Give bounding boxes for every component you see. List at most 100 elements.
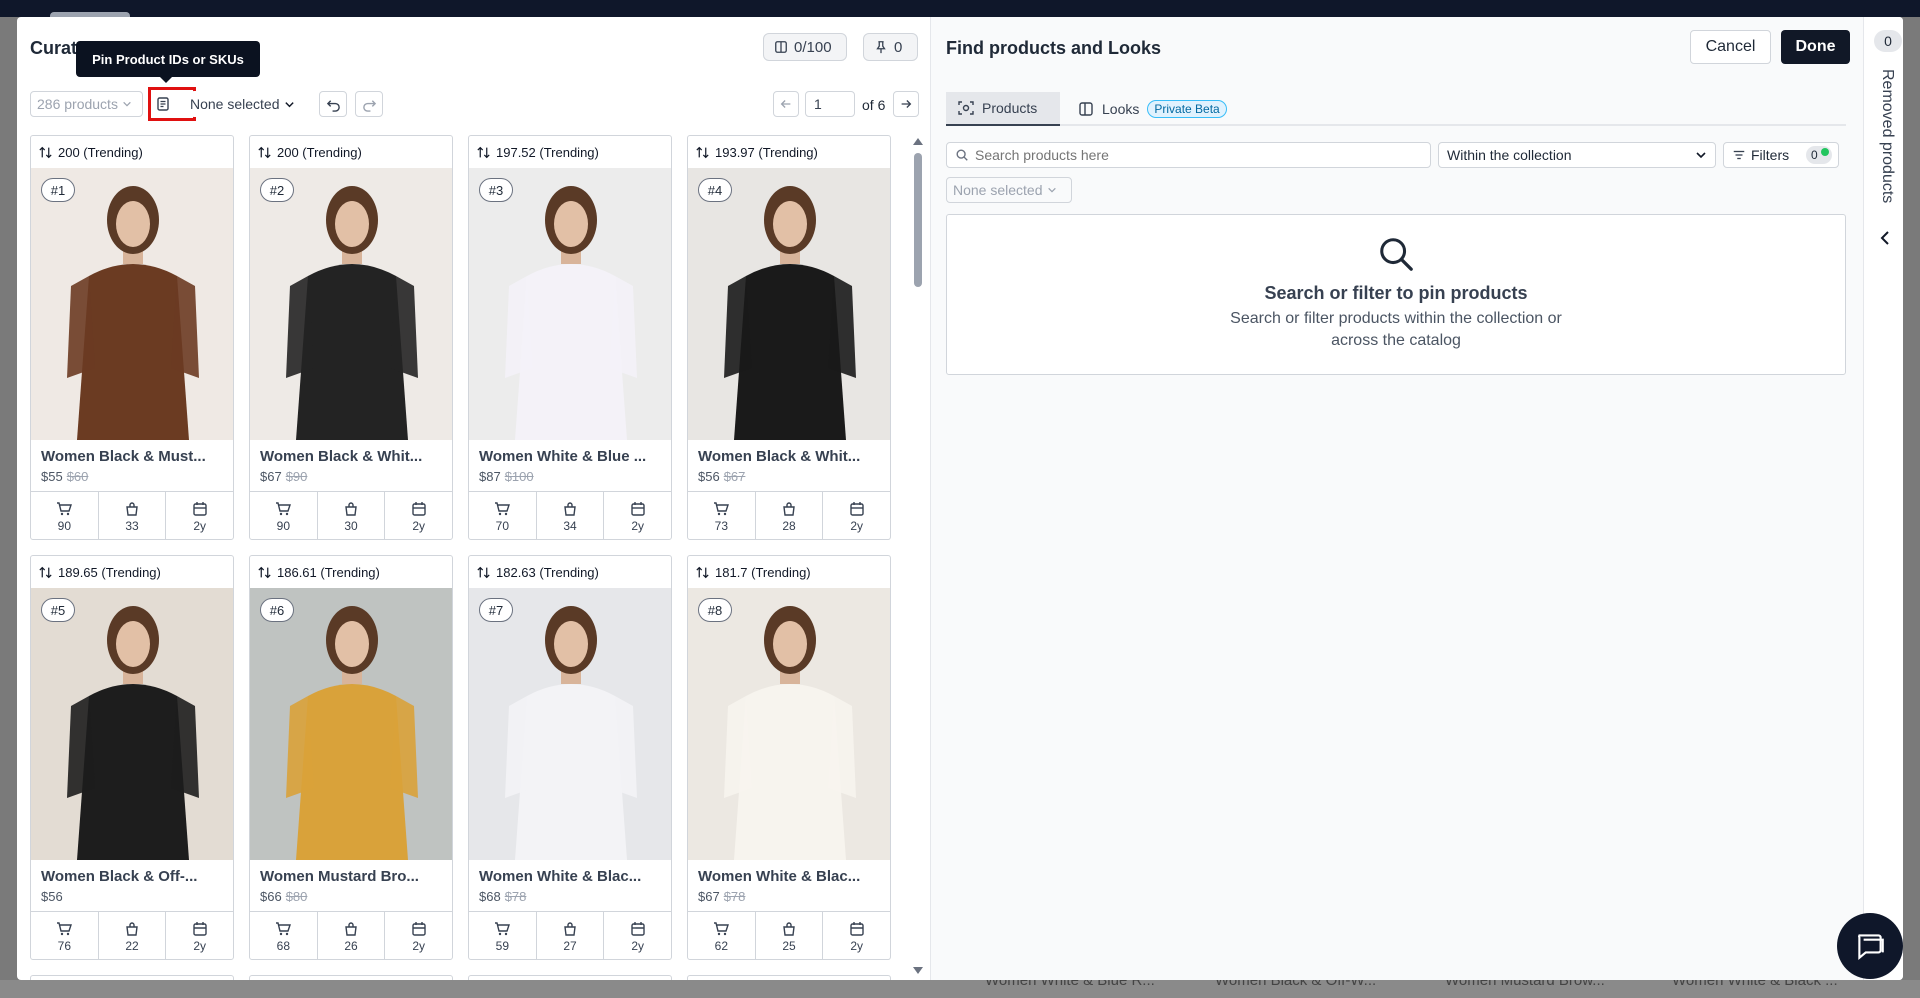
calendar-icon: [849, 501, 864, 516]
scroll-thumb[interactable]: [914, 153, 922, 287]
scroll-up-icon[interactable]: [910, 135, 926, 147]
sale-price: $87: [479, 469, 501, 484]
next-page-button[interactable]: [893, 91, 919, 117]
capacity-pill[interactable]: 0/100: [763, 33, 847, 61]
product-card[interactable]: 189.65 (Trending) #5 Women Black & Off-...…: [30, 555, 234, 960]
product-image[interactable]: [688, 168, 891, 440]
document-list-icon: [157, 97, 169, 111]
original-price: $80: [285, 889, 308, 904]
curation-panel: Curat 0/100 0 Pin Product IDs or SKUs 28…: [17, 17, 931, 980]
search-input[interactable]: [975, 147, 1415, 163]
selection-select[interactable]: None selected: [190, 91, 314, 117]
chevron-left-icon[interactable]: [1877, 230, 1893, 246]
product-name[interactable]: Women White & Blac...: [698, 868, 886, 885]
done-button[interactable]: Done: [1781, 30, 1850, 64]
age-stat: 2y: [166, 492, 233, 539]
page-number: 1: [814, 96, 822, 112]
undo-button[interactable]: [319, 91, 347, 117]
filters-count: 0: [1811, 148, 1818, 162]
product-card[interactable]: 182.63 (Trending) #7 Women White & Blac...…: [468, 555, 672, 960]
product-image[interactable]: [31, 168, 234, 440]
views-stat: 34: [537, 492, 605, 539]
cancel-button[interactable]: Cancel: [1690, 30, 1771, 64]
prev-page-button[interactable]: [773, 91, 799, 117]
product-name[interactable]: Women Black & Whit...: [260, 448, 448, 465]
product-name[interactable]: Women White & Blac...: [479, 868, 667, 885]
rank-badge: #8: [698, 598, 732, 622]
products-count-select[interactable]: 286 products: [30, 91, 143, 117]
views-stat: 28: [756, 492, 824, 539]
tab-looks[interactable]: Looks Private Beta: [1066, 92, 1239, 126]
views-count: 22: [125, 938, 139, 953]
page-number-input[interactable]: 1: [805, 91, 855, 117]
sort-arrows-icon: [258, 566, 271, 578]
status-dot: [1821, 148, 1829, 156]
pin-ids-button[interactable]: [149, 91, 177, 117]
background-topbar: [0, 0, 1920, 17]
filters-button[interactable]: Filters 0: [1723, 142, 1839, 168]
age-stat: 2y: [385, 492, 452, 539]
panel-selection-select[interactable]: None selected: [946, 177, 1072, 203]
cart-icon: [714, 921, 730, 935]
product-image[interactable]: [469, 588, 672, 860]
product-card[interactable]: 200 (Trending) #1 Women Black & Must... $55…: [30, 135, 234, 540]
bag-icon: [345, 501, 357, 516]
search-icon: [956, 149, 968, 161]
ranking-score: 197.52 (Trending): [469, 136, 671, 168]
filters-count-badge: 0: [1806, 146, 1832, 164]
views-stat: 25: [756, 912, 824, 959]
product-card[interactable]: 197.52 (Trending) #3 Women White & Blue ..…: [468, 135, 672, 540]
product-card-partial[interactable]: [249, 975, 453, 980]
scroll-down-icon[interactable]: [910, 965, 926, 977]
orders-count: 68: [276, 938, 291, 953]
calendar-icon: [192, 921, 207, 936]
panel-tabs: Products Looks Private Beta: [946, 92, 1846, 126]
orders-count: 76: [57, 938, 72, 953]
product-name[interactable]: Women Black & Off-...: [41, 868, 229, 885]
sale-price: $55: [41, 469, 63, 484]
age-value: 2y: [193, 938, 207, 953]
product-card-partial[interactable]: [30, 975, 234, 980]
product-name[interactable]: Women Black & Must...: [41, 448, 229, 465]
product-card-partial[interactable]: [687, 975, 891, 980]
views-count: 25: [782, 938, 796, 953]
rank-badge: #4: [698, 178, 732, 202]
scope-select[interactable]: Within the collection: [1438, 142, 1716, 168]
product-image[interactable]: [31, 588, 234, 860]
product-image[interactable]: [688, 588, 891, 860]
empty-state-title: Search or filter to pin products: [1264, 283, 1528, 303]
pin-ids-tooltip: Pin Product IDs or SKUs: [76, 41, 260, 83]
pinned-pill[interactable]: 0: [863, 33, 918, 61]
redo-button[interactable]: [355, 91, 383, 117]
age-stat: 2y: [604, 912, 671, 959]
product-card-partial[interactable]: [468, 975, 672, 980]
product-card[interactable]: 186.61 (Trending) #6 Women Mustard Bro... $…: [249, 555, 453, 960]
chat-button[interactable]: [1837, 913, 1903, 979]
tab-products[interactable]: Products: [946, 92, 1060, 126]
age-stat: 2y: [166, 912, 233, 959]
tab-label: Products: [982, 100, 1038, 116]
product-image[interactable]: [250, 588, 453, 860]
views-count: 27: [563, 938, 577, 953]
grid-scrollbar[interactable]: [910, 135, 926, 977]
score-text: 182.63 (Trending): [496, 564, 599, 580]
product-card[interactable]: 193.97 (Trending) #4 Women Black & Whit...…: [687, 135, 891, 540]
orders-count: 70: [495, 518, 510, 533]
product-image[interactable]: [250, 168, 453, 440]
product-name[interactable]: Women Black & Whit...: [698, 448, 886, 465]
removed-products-label[interactable]: Removed products: [1878, 69, 1896, 203]
views-stat: 33: [99, 492, 167, 539]
ranking-score: 200 (Trending): [31, 136, 233, 168]
product-name[interactable]: Women Mustard Bro...: [260, 868, 448, 885]
search-field[interactable]: [946, 142, 1431, 168]
product-stats: 68 26 2y: [250, 911, 452, 959]
orders-stat: 73: [688, 492, 756, 539]
orders-stat: 70: [469, 492, 537, 539]
product-card[interactable]: 200 (Trending) #2 Women Black & Whit... $67…: [249, 135, 453, 540]
redo-icon: [362, 99, 376, 112]
original-price: $78: [504, 889, 527, 904]
background-product-strip: [0, 980, 1920, 998]
product-name[interactable]: Women White & Blue ...: [479, 448, 667, 465]
product-image[interactable]: [469, 168, 672, 440]
product-card[interactable]: 181.7 (Trending) #8 Women White & Blac... $…: [687, 555, 891, 960]
